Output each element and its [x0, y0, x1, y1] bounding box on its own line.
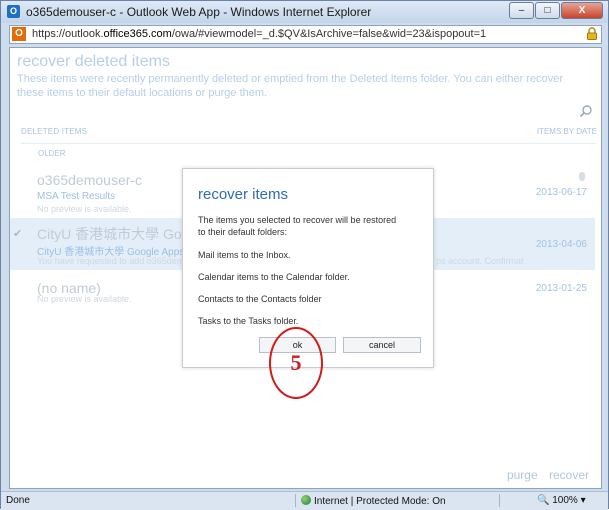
- check-icon: ✔: [13, 228, 23, 240]
- address-bar[interactable]: O https://outlook.office365.com/owa/#vie…: [9, 25, 602, 44]
- item-sender: o365demouser-c: [37, 172, 143, 188]
- office365-icon: O: [12, 27, 26, 41]
- minimize-button[interactable]: –: [509, 2, 534, 19]
- maximize-button[interactable]: □: [535, 2, 560, 19]
- status-divider: [295, 494, 296, 507]
- zone-label: Internet | Protected Mode: On: [314, 496, 446, 507]
- item-preview-tail: ps account. Confirmat: [436, 256, 524, 266]
- column-header-sort[interactable]: ITEMS BY DATE: [537, 127, 597, 136]
- column-header-deleted-items[interactable]: DELETED ITEMS: [21, 127, 87, 136]
- zoom-level: 100%: [552, 495, 578, 506]
- search-icon[interactable]: [579, 104, 593, 118]
- item-date: 2013-04-06: [535, 239, 587, 250]
- item-preview: No preview is available.: [37, 204, 132, 214]
- dialog-text-mail: Mail items to the Inbox.: [198, 250, 291, 260]
- address-url[interactable]: https://outlook.office365.com/owa/#viewm…: [32, 28, 486, 40]
- status-text: Done: [6, 495, 30, 506]
- recover-link[interactable]: recover: [549, 468, 589, 482]
- globe-icon: [301, 495, 311, 505]
- lock-icon[interactable]: [587, 27, 597, 40]
- status-divider: [499, 494, 500, 507]
- cancel-button[interactable]: cancel: [343, 337, 421, 353]
- status-bar: Done Internet | Protected Mode: On 🔍 100…: [1, 491, 608, 510]
- window-controls: – □ X: [508, 2, 603, 20]
- group-header-older: OLDER: [38, 149, 66, 158]
- page-title: recover deleted items: [17, 53, 170, 70]
- dialog-text-line: to their default folders:: [198, 227, 288, 237]
- zoom-icon: 🔍: [537, 495, 550, 506]
- page-description: These items were recently permanently de…: [17, 73, 564, 99]
- item-subject: MSA Test Results: [37, 191, 116, 202]
- footer-actions: purge recover: [499, 468, 589, 482]
- browser-window: O o365demouser-c - Outlook Web App - Win…: [0, 0, 609, 510]
- step-number-annotation: 5: [269, 327, 323, 399]
- item-sender: CityU 香港城市大學 Goo: [37, 226, 190, 242]
- item-preview: No preview is available.: [37, 294, 132, 304]
- dialog-text-line: The items you selected to recover will b…: [198, 215, 397, 225]
- title-bar: O o365demouser-c - Outlook Web App - Win…: [1, 1, 608, 23]
- attachment-icon: [579, 172, 585, 181]
- item-date: 2013-01-25: [535, 283, 587, 294]
- dialog-text-contacts: Contacts to the Contacts folder: [198, 294, 322, 304]
- close-button[interactable]: X: [561, 2, 603, 19]
- dialog-title: recover items: [198, 186, 289, 203]
- window-title: o365demouser-c - Outlook Web App - Windo…: [26, 5, 372, 19]
- item-date: 2013-06-17: [535, 187, 587, 198]
- purge-link[interactable]: purge: [507, 468, 538, 482]
- zoom-control[interactable]: 🔍 100% ▾: [537, 495, 586, 506]
- header-divider: [21, 143, 596, 144]
- item-preview: You have requested to add o365demo: [37, 256, 190, 266]
- security-zone[interactable]: Internet | Protected Mode: On: [301, 495, 446, 507]
- outlook-app-icon: O: [7, 5, 20, 18]
- dialog-text-calendar: Calendar items to the Calendar folder.: [198, 272, 350, 282]
- dialog-text-tasks: Tasks to the Tasks folder.: [198, 316, 299, 326]
